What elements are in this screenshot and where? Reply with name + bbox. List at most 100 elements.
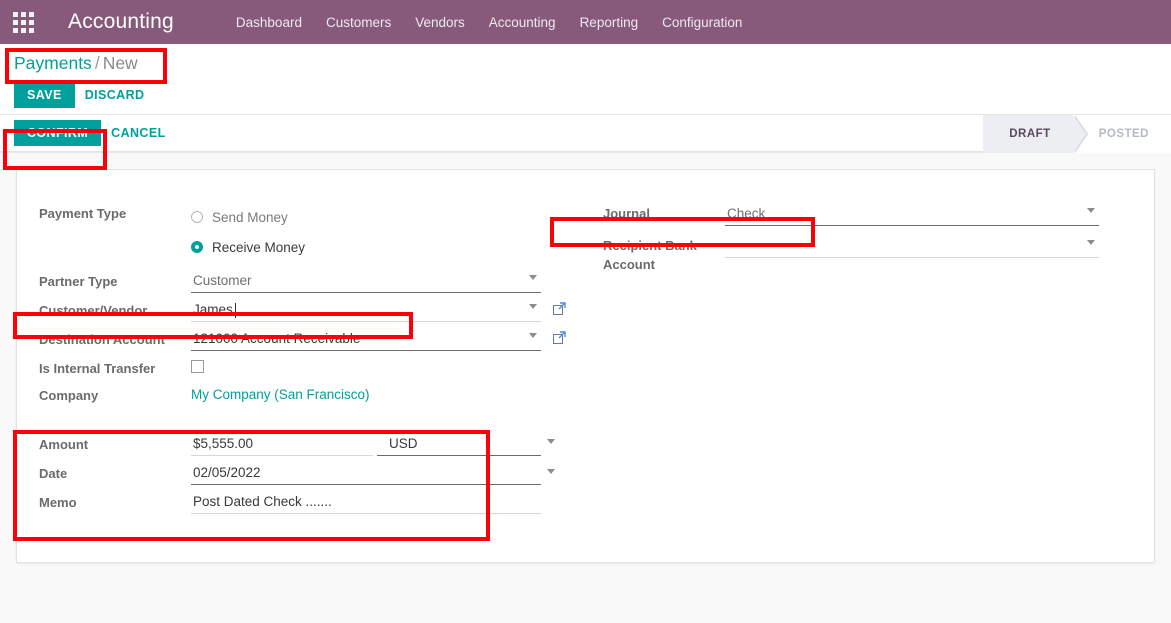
recipient-bank-account-value: [725, 245, 729, 249]
text-cursor: [234, 303, 236, 318]
radio-send-money-label: Send Money: [212, 209, 288, 225]
chevron-down-icon[interactable]: [529, 333, 537, 338]
statusbar-action-buttons: CONFIRM CANCEL: [3, 120, 176, 146]
date-label: Date: [39, 466, 68, 481]
is-internal-transfer-field-cell: [191, 351, 541, 378]
cancel-button[interactable]: CANCEL: [101, 120, 175, 146]
apps-menu-button[interactable]: [0, 0, 46, 44]
field-row-memo: Memo Post Dated Check .......: [39, 485, 569, 514]
memo-input[interactable]: Post Dated Check .......: [191, 492, 541, 514]
destination-account-field-cell: 121000 Account Receivable: [191, 322, 541, 351]
field-row-date: Date 02/05/2022: [39, 456, 569, 485]
partner-type-field-cell: Customer: [191, 260, 541, 293]
amount-field-cell: $5,555.00 USD: [191, 405, 541, 456]
field-row-company: Company My Company (San Francisco): [39, 378, 569, 405]
app-brand-title[interactable]: Accounting: [46, 10, 180, 34]
main-menu: Dashboard Customers Vendors Accounting R…: [224, 9, 755, 36]
payment-form-sheet: Payment Type Send Money Receive Money Pa…: [16, 169, 1155, 563]
company-field-cell: My Company (San Francisco): [191, 378, 541, 405]
form-sheet-background: Payment Type Send Money Receive Money Pa…: [0, 153, 1171, 623]
confirm-button[interactable]: CONFIRM: [14, 120, 102, 146]
recipient-bank-account-label-line1: Recipient Bank: [603, 238, 697, 253]
customer-vendor-field-cell: James: [191, 293, 541, 322]
menu-item-configuration[interactable]: Configuration: [650, 9, 754, 36]
menu-item-dashboard[interactable]: Dashboard: [224, 9, 314, 36]
company-value-link[interactable]: My Company (San Francisco): [191, 387, 370, 402]
journal-label: Journal: [603, 206, 650, 221]
customer-vendor-value: James: [193, 302, 233, 317]
radio-option-send-money[interactable]: Send Money: [191, 204, 541, 230]
chevron-down-icon[interactable]: [547, 469, 555, 474]
destination-account-label: Destination Account: [39, 332, 165, 347]
memo-value: Post Dated Check .......: [193, 494, 332, 509]
customer-vendor-label: Customer/Vendor: [39, 303, 148, 318]
partner-type-value: Customer: [193, 273, 252, 288]
control-panel: Payments / New SAVE DISCARD CONFIRM CANCEL…: [0, 44, 1171, 153]
form-columns: Payment Type Send Money Receive Money Pa…: [39, 204, 1132, 514]
save-discard-row: SAVE DISCARD: [0, 80, 1171, 114]
currency-select[interactable]: USD: [377, 434, 541, 456]
breadcrumb-parent-payments[interactable]: Payments: [14, 53, 92, 73]
top-navbar: Accounting Dashboard Customers Vendors A…: [0, 0, 1171, 44]
radio-receive-money-icon[interactable]: [191, 241, 203, 253]
recipient-bank-account-field-cell: [725, 226, 1099, 274]
discard-button[interactable]: DISCARD: [75, 82, 155, 108]
amount-input[interactable]: $5,555.00: [191, 434, 373, 456]
chevron-down-icon[interactable]: [529, 275, 537, 280]
payment-type-options: Send Money Receive Money: [191, 204, 541, 260]
journal-field-cell: Check: [725, 204, 1099, 226]
payment-type-label: Payment Type: [39, 206, 127, 221]
menu-item-vendors[interactable]: Vendors: [403, 9, 477, 36]
radio-send-money-icon[interactable]: [191, 211, 203, 223]
breadcrumb: Payments / New: [14, 52, 1171, 74]
journal-select[interactable]: Check: [725, 204, 1099, 226]
amount-value: $5,555.00: [193, 436, 254, 451]
status-pipeline: DRAFT POSTED: [983, 115, 1171, 153]
radio-option-receive-money[interactable]: Receive Money: [191, 234, 541, 260]
field-row-recipient-bank-account: Recipient Bank Account: [569, 226, 1099, 274]
field-row-destination-account: Destination Account 121000 Account Recei…: [39, 322, 569, 351]
date-field-cell: 02/05/2022: [191, 456, 541, 485]
is-internal-transfer-checkbox[interactable]: [191, 360, 204, 373]
currency-value: USD: [389, 436, 418, 451]
partner-type-select[interactable]: Customer: [191, 271, 541, 293]
amount-label: Amount: [39, 437, 89, 452]
menu-item-reporting[interactable]: Reporting: [568, 9, 651, 36]
save-button[interactable]: SAVE: [14, 82, 75, 108]
field-row-is-internal-transfer: Is Internal Transfer: [39, 351, 569, 378]
chevron-down-icon[interactable]: [1087, 240, 1095, 245]
menu-item-customers[interactable]: Customers: [314, 9, 403, 36]
field-row-customer-vendor: Customer/Vendor James: [39, 293, 569, 322]
grid-apps-icon: [12, 11, 34, 33]
status-stage-draft-label: DRAFT: [1009, 128, 1051, 140]
field-row-payment-type: Payment Type Send Money Receive Money: [39, 204, 569, 260]
memo-label: Memo: [39, 495, 77, 510]
recipient-bank-account-label: Recipient Bank Account: [569, 226, 725, 274]
menu-item-accounting[interactable]: Accounting: [477, 9, 568, 36]
company-label: Company: [39, 388, 99, 403]
status-stage-posted-label: POSTED: [1098, 128, 1149, 140]
memo-field-cell: Post Dated Check .......: [191, 485, 541, 514]
chevron-down-icon[interactable]: [547, 439, 555, 444]
date-value: 02/05/2022: [193, 465, 261, 480]
chevron-down-icon[interactable]: [1087, 208, 1095, 213]
field-row-journal: Journal Check: [569, 204, 1099, 226]
chevron-down-icon[interactable]: [529, 304, 537, 309]
breadcrumb-row: Payments / New: [0, 44, 1171, 80]
breadcrumb-separator: /: [94, 53, 100, 73]
status-stage-draft[interactable]: DRAFT: [983, 115, 1089, 153]
customer-vendor-external-link-icon[interactable]: [553, 302, 566, 315]
date-input[interactable]: 02/05/2022: [191, 463, 541, 485]
partner-type-label: Partner Type: [39, 274, 118, 289]
odoo-accounting-payment-form: Accounting Dashboard Customers Vendors A…: [0, 0, 1171, 623]
recipient-bank-account-label-line2: Account: [603, 257, 655, 272]
journal-value: Check: [727, 206, 766, 221]
destination-account-select[interactable]: 121000 Account Receivable: [191, 329, 541, 351]
destination-account-external-link-icon[interactable]: [553, 331, 566, 344]
is-internal-transfer-label: Is Internal Transfer: [39, 361, 156, 376]
field-row-partner-type: Partner Type Customer: [39, 260, 569, 293]
customer-vendor-input[interactable]: James: [191, 300, 541, 322]
breadcrumb-current-new: New: [102, 53, 138, 73]
recipient-bank-account-select[interactable]: [725, 236, 1099, 258]
field-row-amount: Amount $5,555.00 USD: [39, 405, 569, 456]
